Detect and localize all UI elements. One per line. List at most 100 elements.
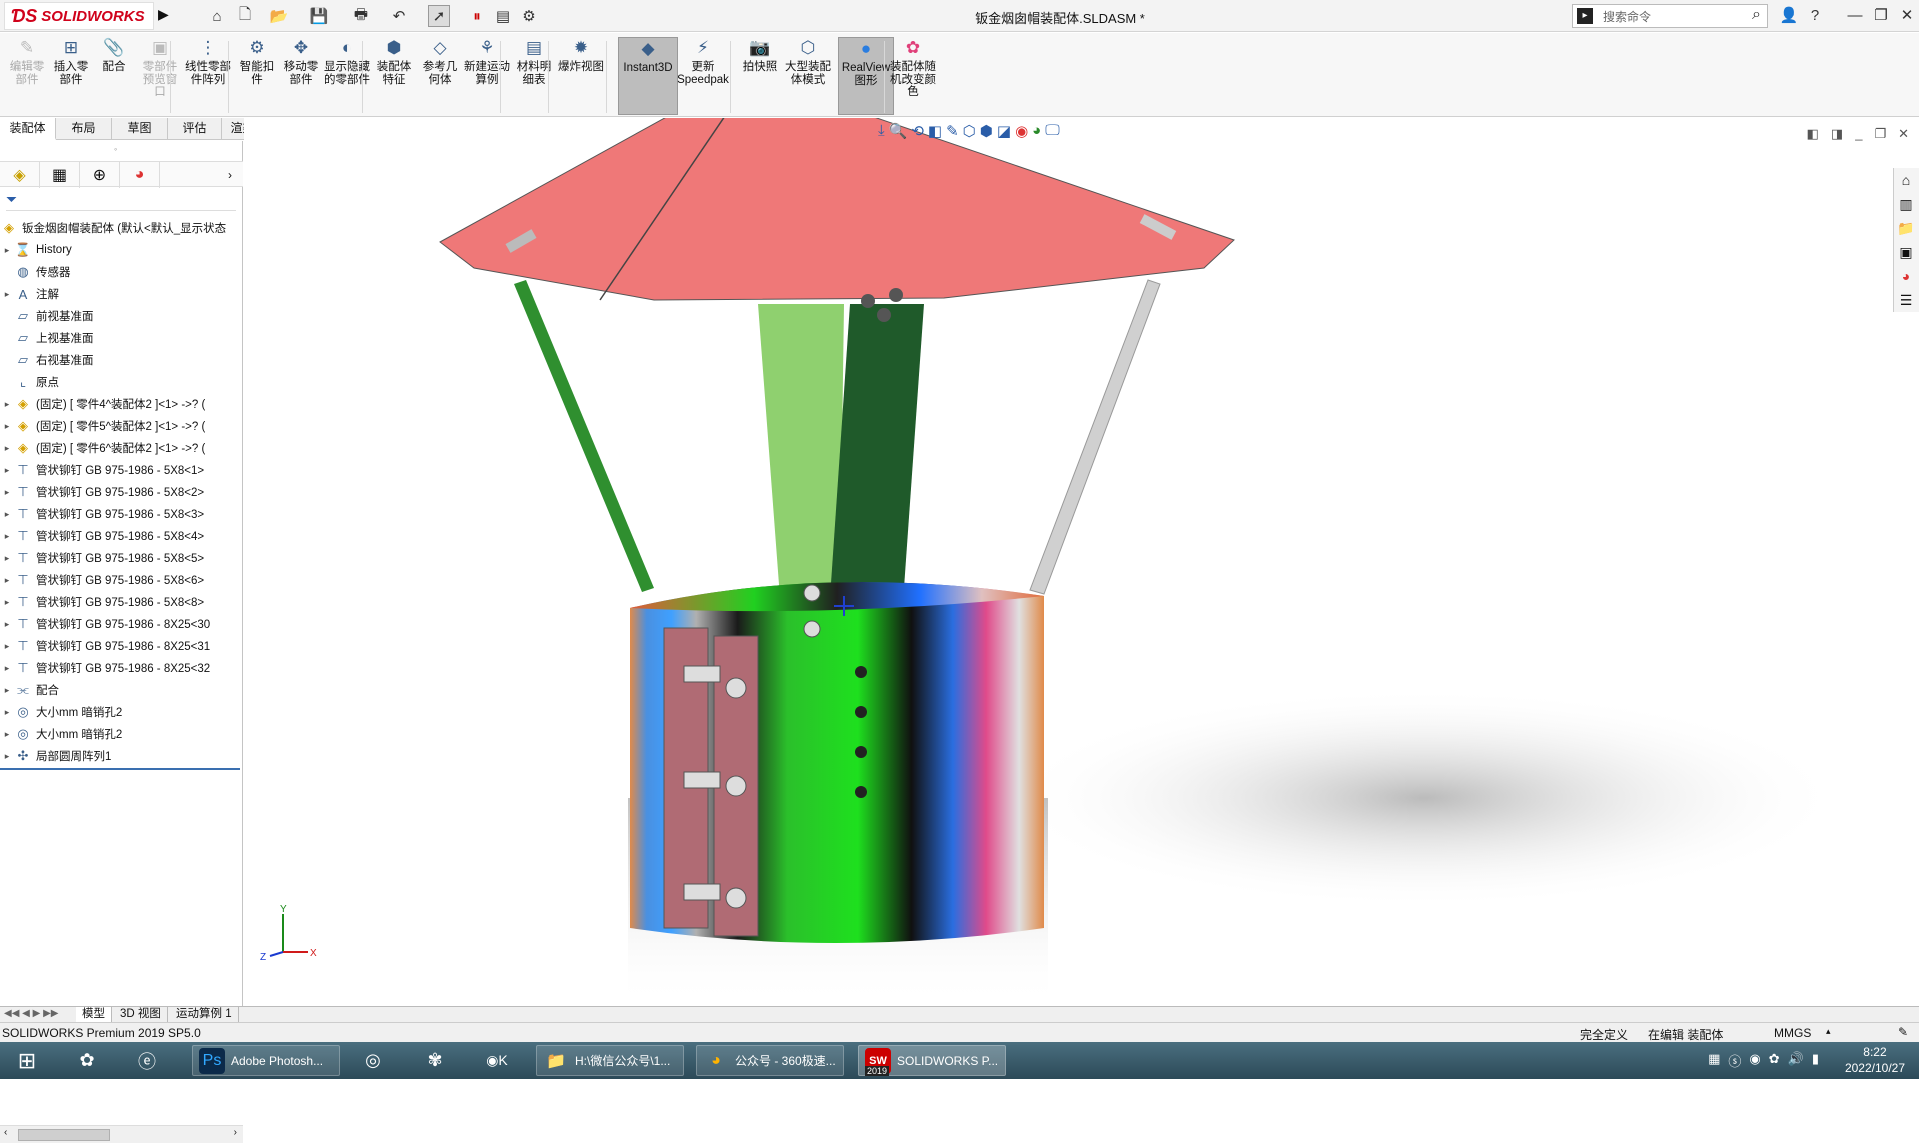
tree-node[interactable]: ▱ 前视基准面	[0, 305, 243, 327]
restore-button[interactable]: ❐	[1870, 5, 1892, 27]
tree-node[interactable]: ▸ ◎ 大小mm 暗销孔2	[0, 723, 243, 745]
new-document-icon[interactable]: 🗋	[234, 5, 256, 27]
undo-icon[interactable]: ↶	[388, 5, 410, 27]
save-icon[interactable]: 💾	[308, 5, 330, 27]
expand-arrow-icon[interactable]: ▸	[0, 619, 14, 630]
tree-node[interactable]: ▸ ◈ (固定) [ 零件6^装配体2 ]<1> ->? (	[0, 437, 243, 459]
tree-node[interactable]: ▸ ⌛ History	[0, 239, 243, 261]
tray-app-icon[interactable]: ✿	[1769, 1051, 1780, 1070]
expand-arrow-icon[interactable]: ▸	[0, 421, 14, 432]
tree-node[interactable]: ▸ ◎ 大小mm 暗销孔2	[0, 701, 243, 723]
tree-node[interactable]: ▸ ⊤ 管状铆钉 GB 975-1986 - 5X8<5>	[0, 547, 243, 569]
scroll-thumb[interactable]	[18, 1129, 110, 1141]
tree-node[interactable]: ▸ ◈ (固定) [ 零件5^装配体2 ]<1> ->? (	[0, 415, 243, 437]
hide-show-icon[interactable]: ◪	[997, 122, 1011, 144]
ribbon-button-2[interactable]: 📎 配合	[94, 37, 134, 115]
solidworks-logo[interactable]: ƊS SOLIDWORKS	[4, 2, 154, 30]
expand-arrow-icon[interactable]: ▸	[0, 245, 14, 256]
tree-node[interactable]: ▸ ⊤ 管状铆钉 GB 975-1986 - 5X8<1>	[0, 459, 243, 481]
ribbon-button-15[interactable]: 📷 拍快照	[740, 37, 780, 115]
ribbon-button-7[interactable]: ◐ 显示隐藏的零部件	[324, 37, 370, 115]
home-icon[interactable]: ⌂	[206, 5, 228, 27]
pinned-app-icon[interactable]: ✿	[70, 1045, 104, 1076]
scroll-left-icon[interactable]: ‹	[4, 1127, 7, 1138]
tree-node[interactable]: ▸ ⫘ 配合	[0, 679, 243, 701]
graphics-viewport[interactable]: Y X Z ⤓ 🔍 ⟲ ◧ ✎ ⬡ ⬢ ◪ ◉ ◕ 🖵 ◧ ◨ _ ❐ ✕	[244, 118, 1919, 1006]
ribbon-button-11[interactable]: ▤ 材料明细表	[512, 37, 556, 115]
ribbon-button-10[interactable]: ⚘ 新建运动算例	[464, 37, 510, 115]
ribbon-button-12[interactable]: ✹ 爆炸视图	[558, 37, 604, 115]
ribbon-button-17[interactable]: ● RealView图形	[838, 37, 894, 115]
ribbon-button-6[interactable]: ✥ 移动零部件	[280, 37, 322, 115]
pinned-app-icon[interactable]: ◉K	[480, 1045, 514, 1076]
tree-node[interactable]: ▸ ⊤ 管状铆钉 GB 975-1986 - 8X25<30	[0, 613, 243, 635]
design-library-icon[interactable]: ▥	[1894, 192, 1918, 216]
pinned-app-icon[interactable]: ◎	[356, 1045, 390, 1076]
select-icon[interactable]: ➚	[428, 5, 450, 27]
ribbon-button-0[interactable]: ✎ 编辑零部件	[6, 37, 48, 115]
edit-appearance-icon[interactable]: ◉	[1015, 122, 1028, 144]
ribbon-button-5[interactable]: ⚙ 智能扣件	[236, 37, 278, 115]
search-command-input[interactable]: ▸ 搜索命令 ⌕	[1572, 4, 1768, 28]
tree-node[interactable]: ▸ ⊤ 管状铆钉 GB 975-1986 - 8X25<31	[0, 635, 243, 657]
model-view-svg[interactable]: Y X Z	[244, 118, 1919, 1006]
status-popout-icon[interactable]: ✎	[1898, 1025, 1908, 1039]
bottom-tab-2[interactable]: 运动算例 1	[170, 1007, 239, 1023]
menu-arrow-icon[interactable]: ▶	[158, 6, 169, 23]
tree-node[interactable]: ▸ ⊤ 管状铆钉 GB 975-1986 - 5X8<3>	[0, 503, 243, 525]
tree-node[interactable]: ▱ 上视基准面	[0, 327, 243, 349]
appearances-scenes-icon[interactable]: ◕	[1894, 264, 1918, 288]
ribbon-button-14[interactable]: ⚡ 更新Speedpak	[676, 37, 730, 115]
filter-icon[interactable]: ⏷	[6, 191, 17, 207]
tree-node[interactable]: ▸ ⊤ 管状铆钉 GB 975-1986 - 5X8<4>	[0, 525, 243, 547]
tray-app-icon[interactable]: ◉	[1749, 1051, 1760, 1070]
ribbon-button-13[interactable]: ◆ Instant3D	[618, 37, 678, 115]
expand-arrow-icon[interactable]: ▸	[0, 553, 14, 564]
ribbon-button-9[interactable]: ◇ 参考几何体	[418, 37, 462, 115]
ribbon-button-3[interactable]: ▣ 零部件预览窗口	[140, 37, 180, 115]
open-icon[interactable]: 📂	[268, 5, 290, 27]
start-button-icon[interactable]: ⊞	[8, 1045, 46, 1076]
scroll-right-icon[interactable]: ›	[234, 1127, 237, 1138]
tab-3[interactable]: 评估	[168, 118, 222, 140]
tile-right-icon[interactable]: ◨	[1831, 126, 1843, 142]
user-icon[interactable]: 👤	[1778, 5, 1800, 27]
unit-menu-arrow-icon[interactable]: ▴	[1826, 1026, 1831, 1037]
tab-1[interactable]: 布局	[56, 118, 112, 140]
appearance-tab-icon[interactable]: ◕	[120, 162, 160, 188]
tray-app-icon[interactable]: ▦	[1708, 1051, 1720, 1070]
view-palette-icon[interactable]: ▣	[1894, 240, 1918, 264]
view-orientation-icon[interactable]: ⬡	[963, 122, 976, 144]
minimize-button[interactable]: —	[1844, 5, 1866, 27]
tab-0[interactable]: 装配体	[0, 118, 56, 140]
tree-node[interactable]: ▸ ⊤ 管状铆钉 GB 975-1986 - 8X25<32	[0, 657, 243, 679]
ribbon-button-18[interactable]: ✿ 装配体随机改变颜色	[890, 37, 936, 115]
solidworks-resources-icon[interactable]: ⌂	[1894, 168, 1918, 192]
taskbar-clock[interactable]: 8:22 2022/10/27	[1845, 1044, 1905, 1076]
tree-node[interactable]: ▸ A 注解	[0, 283, 243, 305]
dynamic-annotation-icon[interactable]: ✎	[946, 122, 959, 144]
tile-left-icon[interactable]: ◧	[1807, 126, 1819, 142]
file-properties-icon[interactable]: ▤	[492, 5, 514, 27]
tree-root-assembly[interactable]: ◈ 钣金烟囱帽装配体 (默认<默认_显示状态	[0, 217, 243, 239]
rebuild-icon[interactable]: ⏸	[466, 5, 488, 27]
expand-arrow-icon[interactable]: ▸	[0, 289, 14, 300]
help-icon[interactable]: ?	[1804, 5, 1826, 27]
configuration-tab-icon[interactable]: ⊕	[80, 162, 120, 188]
ribbon-button-4[interactable]: ⋮ 线性零部件阵列	[182, 37, 234, 115]
tray-app-icon[interactable]: ⓢ	[1728, 1051, 1741, 1070]
expand-arrow-icon[interactable]: ▸	[0, 707, 14, 718]
expand-arrow-icon[interactable]: ▸	[0, 729, 14, 740]
tree-node[interactable]: ▸ ⊤ 管状铆钉 GB 975-1986 - 5X8<6>	[0, 569, 243, 591]
network-icon[interactable]: ▮	[1812, 1051, 1819, 1070]
tree-node[interactable]: ⌞ 原点	[0, 371, 243, 393]
tab-2[interactable]: 草图	[112, 118, 168, 140]
display-style-icon[interactable]: ⬢	[980, 122, 993, 144]
viewport-restore-button[interactable]: ❐	[1874, 126, 1886, 142]
bottom-tab-0[interactable]: 模型	[76, 1007, 112, 1023]
tree-node[interactable]: ▸ ✣ 局部圆周阵列1	[0, 745, 243, 767]
viewport-minimize-button[interactable]: _	[1855, 126, 1862, 142]
tree-rollback-bar[interactable]	[0, 768, 240, 770]
volume-icon[interactable]: 🔊	[1788, 1051, 1804, 1070]
previous-view-icon[interactable]: ⟲	[911, 122, 924, 144]
